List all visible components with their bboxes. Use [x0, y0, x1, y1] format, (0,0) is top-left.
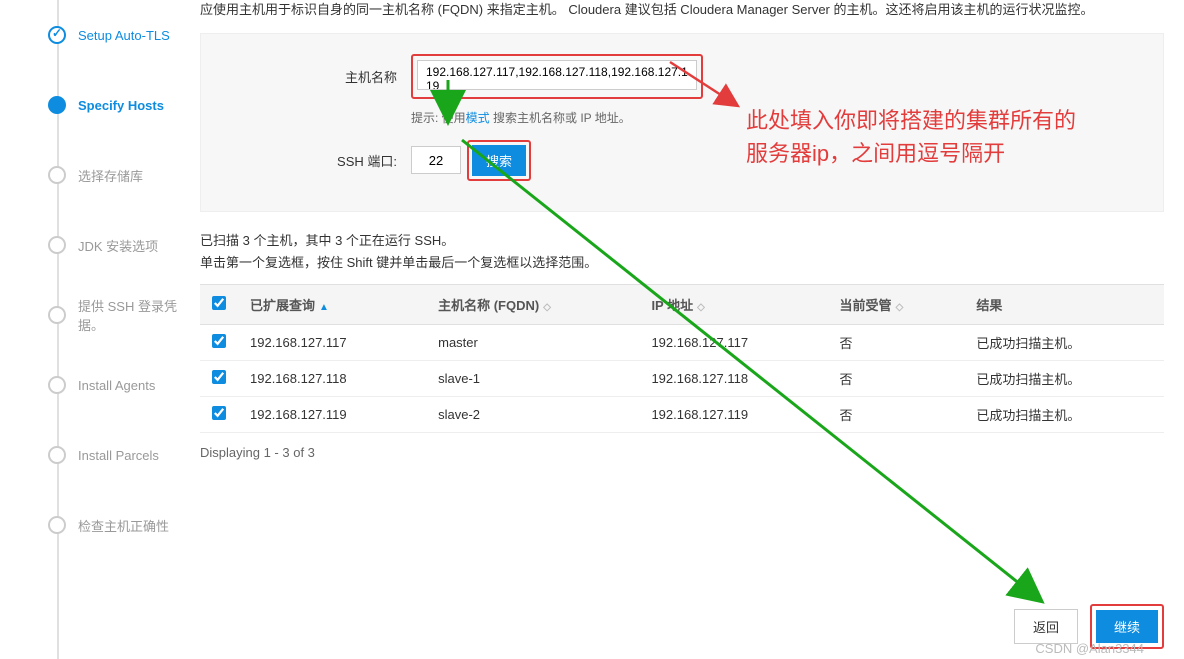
step-pending-icon	[48, 516, 66, 534]
col-fqdn[interactable]: 主机名称 (FQDN)◇	[426, 284, 639, 324]
annotation-box-hostnames: 192.168.127.117,192.168.127.118,192.168.…	[411, 54, 703, 99]
row-checkbox[interactable]	[212, 406, 226, 420]
watermark-text: CSDN @Alan3344	[1035, 641, 1144, 656]
cell-fqdn: master	[426, 324, 639, 360]
sort-icon: ▲	[319, 302, 329, 313]
cell-query: 192.168.127.117	[238, 324, 426, 360]
cell-managed: 否	[828, 324, 965, 360]
cell-ip: 192.168.127.117	[639, 324, 827, 360]
step-pending-icon	[48, 376, 66, 394]
step-select-repo: 选择存储库	[48, 140, 190, 210]
main-content: 应使用主机用于标识自身的同一主机名称 (FQDN) 来指定主机。 Clouder…	[190, 0, 1184, 659]
cell-query: 192.168.127.119	[238, 396, 426, 432]
step-pending-icon	[48, 236, 66, 254]
col-managed[interactable]: 当前受管◇	[828, 284, 965, 324]
step-ssh-credentials: 提供 SSH 登录凭据。	[48, 280, 190, 350]
hosts-table: 已扩展查询▲ 主机名称 (FQDN)◇ IP 地址◇ 当前受管◇ 结果 192.…	[200, 284, 1164, 433]
cell-fqdn: slave-1	[426, 360, 639, 396]
sort-icon: ◇	[896, 302, 904, 313]
cell-result: 已成功扫描主机。	[964, 324, 1164, 360]
annotation-text: 此处填入你即将搭建的集群所有的 服务器ip，之间用逗号隔开	[746, 104, 1076, 170]
cell-managed: 否	[828, 360, 965, 396]
hostnames-input[interactable]: 192.168.127.117,192.168.127.118,192.168.…	[417, 60, 697, 90]
step-install-agents: Install Agents	[48, 350, 190, 420]
step-label: JDK 安装选项	[78, 236, 158, 255]
search-button[interactable]: 搜索	[472, 145, 526, 176]
cell-fqdn: slave-2	[426, 396, 639, 432]
step-check-hosts: 检查主机正确性	[48, 490, 190, 560]
col-checkbox	[200, 284, 238, 324]
annotation-box-search: 搜索	[467, 140, 531, 181]
step-jdk: JDK 安装选项	[48, 210, 190, 280]
step-label: Install Agents	[78, 378, 155, 393]
step-label: 检查主机正确性	[78, 516, 169, 535]
sort-icon: ◇	[543, 302, 551, 313]
cell-managed: 否	[828, 396, 965, 432]
col-result: 结果	[964, 284, 1164, 324]
back-button[interactable]: 返回	[1014, 609, 1078, 644]
scan-summary: 已扫描 3 个主机，其中 3 个正在运行 SSH。 单击第一个复选框，按住 Sh…	[200, 230, 1164, 274]
scan-line2: 单击第一个复选框，按住 Shift 键并单击最后一个复选框以选择范围。	[200, 252, 1164, 274]
ssh-port-input[interactable]	[411, 146, 461, 174]
table-row[interactable]: 192.168.127.119 slave-2 192.168.127.119 …	[200, 396, 1164, 432]
step-install-parcels: Install Parcels	[48, 420, 190, 490]
select-all-checkbox[interactable]	[212, 296, 226, 310]
wizard-sidebar: Setup Auto-TLS Specify Hosts 选择存储库 JDK 安…	[0, 0, 190, 659]
step-label: Setup Auto-TLS	[78, 28, 170, 43]
sort-icon: ◇	[697, 302, 705, 313]
cell-result: 已成功扫描主机。	[964, 396, 1164, 432]
table-row[interactable]: 192.168.127.117 master 192.168.127.117 否…	[200, 324, 1164, 360]
continue-button[interactable]: 继续	[1096, 610, 1158, 643]
cell-ip: 192.168.127.118	[639, 360, 827, 396]
cell-ip: 192.168.127.119	[639, 396, 827, 432]
step-label: 选择存储库	[78, 166, 143, 185]
pattern-link[interactable]: 模式	[466, 111, 493, 125]
step-pending-icon	[48, 446, 66, 464]
col-expanded[interactable]: 已扩展查询▲	[238, 284, 426, 324]
step-label: Install Parcels	[78, 448, 159, 463]
row-checkbox[interactable]	[212, 370, 226, 384]
row-checkbox[interactable]	[212, 334, 226, 348]
hostnames-label: 主机名称	[321, 67, 411, 86]
step-pending-icon	[48, 306, 66, 324]
cell-query: 192.168.127.118	[238, 360, 426, 396]
step-specify-hosts[interactable]: Specify Hosts	[48, 70, 190, 140]
step-label: 提供 SSH 登录凭据。	[78, 296, 190, 334]
display-count: Displaying 1 - 3 of 3	[200, 445, 1164, 460]
ssh-port-label: SSH 端口:	[321, 151, 411, 170]
step-done-icon	[48, 26, 66, 44]
step-pending-icon	[48, 166, 66, 184]
cell-result: 已成功扫描主机。	[964, 360, 1164, 396]
col-ip[interactable]: IP 地址◇	[639, 284, 827, 324]
step-active-icon	[48, 96, 66, 114]
step-label: Specify Hosts	[78, 98, 164, 113]
intro-text: 应使用主机用于标识自身的同一主机名称 (FQDN) 来指定主机。 Clouder…	[200, 0, 1164, 21]
table-row[interactable]: 192.168.127.118 slave-1 192.168.127.118 …	[200, 360, 1164, 396]
scan-line1: 已扫描 3 个主机，其中 3 个正在运行 SSH。	[200, 230, 1164, 252]
step-setup-auto-tls[interactable]: Setup Auto-TLS	[48, 0, 190, 70]
